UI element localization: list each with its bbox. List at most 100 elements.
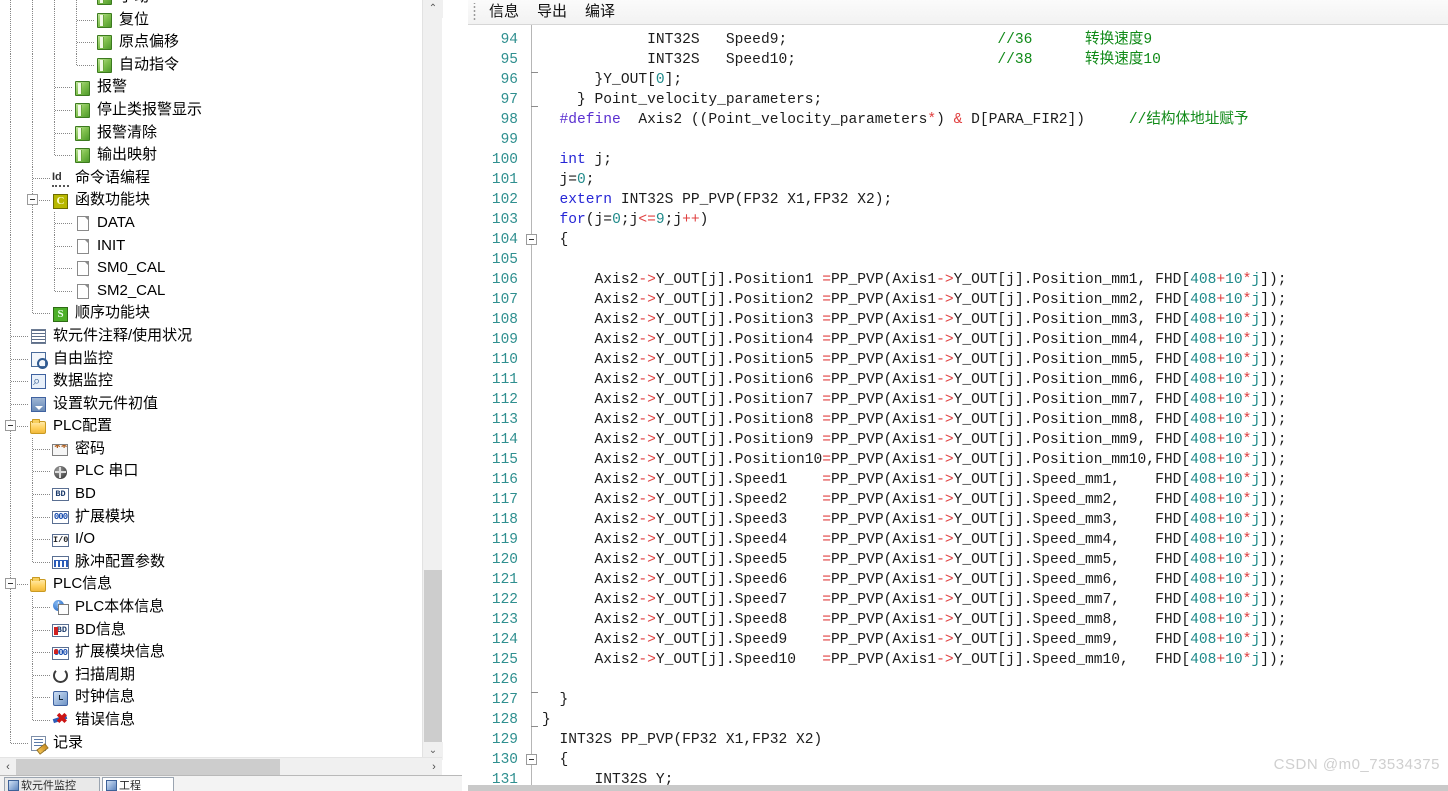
tree-item-29[interactable]: 000 扩展模块信息 — [0, 641, 442, 664]
line-number: 97 — [500, 92, 518, 108]
tree-expander-collapse-icon[interactable] — [5, 420, 16, 432]
code-line[interactable]: INT32S Speed9; //36 转换速度9 — [542, 30, 1152, 50]
tree-item-18[interactable]: 设置软元件初值 — [0, 392, 442, 416]
code-line[interactable]: } — [542, 710, 551, 730]
tree-item-31[interactable]: 时钟信息 — [0, 686, 442, 709]
code-line[interactable]: j=0; — [542, 170, 595, 190]
code-line[interactable]: Axis2->Y_OUT[j].Speed8 =PP_PVP(Axis1->Y_… — [542, 610, 1287, 630]
tab-device-monitor[interactable]: 软元件监控 — [4, 777, 100, 791]
line-number: 121 — [491, 572, 518, 588]
tree-horizontal-scrollbar-thumb[interactable] — [16, 759, 280, 775]
tree-item-3[interactable]: 自动指令 — [0, 53, 442, 77]
code-line[interactable]: Axis2->Y_OUT[j].Speed4 =PP_PVP(Axis1->Y_… — [542, 530, 1287, 550]
code-line[interactable]: Axis2->Y_OUT[j].Speed5 =PP_PVP(Axis1->Y_… — [542, 550, 1287, 570]
code-text-area[interactable]: INT32S Speed9; //36 转换速度9 INT32S Speed10… — [542, 25, 1448, 791]
menu-item-export[interactable]: 导出 — [529, 1, 575, 23]
code-line[interactable]: { — [542, 230, 569, 250]
tree-item-8[interactable]: Id 命令语编程 — [0, 166, 442, 190]
tree-expander-collapse-icon[interactable] — [5, 578, 16, 590]
scroll-up-arrow-icon[interactable]: ⌃ — [423, 0, 443, 18]
code-line[interactable]: Axis2->Y_OUT[j].Speed9 =PP_PVP(Axis1->Y_… — [542, 630, 1287, 650]
tree-item-label: 报警清除 — [97, 123, 158, 141]
code-line[interactable]: INT32S PP_PVP(FP32 X1,FP32 X2) — [542, 730, 823, 750]
tree-item-5[interactable]: 停止类报警显示 — [0, 98, 442, 122]
code-line[interactable]: Axis2->Y_OUT[j].Speed6 =PP_PVP(Axis1->Y_… — [542, 570, 1287, 590]
tree-item-32[interactable]: 错误信息 — [0, 709, 442, 732]
code-line[interactable]: Axis2->Y_OUT[j].Position7 =PP_PVP(Axis1-… — [542, 390, 1287, 410]
code-line[interactable]: Axis2->Y_OUT[j].Speed2 =PP_PVP(Axis1->Y_… — [542, 490, 1287, 510]
code-line[interactable]: Axis2->Y_OUT[j].Position3 =PP_PVP(Axis1-… — [542, 310, 1287, 330]
code-line[interactable]: Axis2->Y_OUT[j].Speed7 =PP_PVP(Axis1->Y_… — [542, 590, 1287, 610]
tree-item-16[interactable]: 自由监控 — [0, 347, 442, 371]
menu-item-info[interactable]: 信息 — [481, 1, 527, 23]
code-line[interactable]: Axis2->Y_OUT[j].Position6 =PP_PVP(Axis1-… — [542, 370, 1287, 390]
code-line[interactable]: Axis2->Y_OUT[j].Position4 =PP_PVP(Axis1-… — [542, 330, 1287, 350]
tree-item-20[interactable]: 密码 — [0, 437, 442, 461]
code-line[interactable]: Axis2->Y_OUT[j].Position9 =PP_PVP(Axis1-… — [542, 430, 1287, 450]
code-folding-column[interactable] — [524, 25, 542, 791]
code-line[interactable]: #define Axis2 ((Point_velocity_parameter… — [542, 110, 1249, 130]
code-line[interactable]: Axis2->Y_OUT[j].Position8 =PP_PVP(Axis1-… — [542, 410, 1287, 430]
tree-item-26[interactable]: PLC信息 — [0, 573, 442, 597]
tree-item-27[interactable]: PLC本体信息 — [0, 596, 442, 619]
tree-item-21[interactable]: PLC 串口 — [0, 460, 442, 484]
project-tree-viewport[interactable]: 手动复位原点偏移自动指令报警停止类报警显示报警清除输出映射 Id 命令语编程 C 函数功… — [0, 0, 442, 760]
tree-item-24[interactable]: I/0 I/O — [0, 528, 442, 551]
code-line[interactable]: int j; — [542, 150, 613, 170]
code-line[interactable]: for(j=0;j<=9;j++) — [542, 210, 709, 230]
code-line[interactable]: { — [542, 750, 569, 770]
code-line[interactable]: Axis2->Y_OUT[j].Speed1 =PP_PVP(Axis1->Y_… — [542, 470, 1287, 490]
tree-item-9[interactable]: C 函数功能块 — [0, 189, 442, 212]
tree-horizontal-scrollbar[interactable]: ‹ › — [0, 757, 442, 775]
tree-expander-collapse-icon[interactable] — [27, 194, 38, 206]
code-line[interactable]: Axis2->Y_OUT[j].Position5 =PP_PVP(Axis1-… — [542, 350, 1287, 370]
tree-item-6[interactable]: 报警清除 — [0, 121, 442, 145]
tree-item-1[interactable]: 复位 — [0, 8, 442, 32]
tree-item-12[interactable]: SM0_CAL — [0, 257, 442, 280]
scroll-right-arrow-icon[interactable]: › — [426, 758, 442, 776]
tree-item-4[interactable]: 报警 — [0, 76, 442, 99]
c-block-icon-glyph: C — [53, 193, 68, 209]
toolbar-grip-icon[interactable] — [470, 3, 479, 21]
tree-item-10[interactable]: DATA — [0, 211, 442, 235]
tree-item-7[interactable]: 输出映射 — [0, 144, 442, 167]
code-line[interactable]: }Y_OUT[0]; — [542, 70, 683, 90]
tree-item-0[interactable]: 手动 — [0, 0, 442, 9]
tree-item-13[interactable]: SM2_CAL — [0, 279, 442, 303]
tree-item-19[interactable]: PLC配置 — [0, 415, 442, 438]
fold-collapse-icon[interactable] — [526, 234, 537, 245]
tab-project[interactable]: 工程 — [102, 777, 174, 791]
project-icon — [106, 779, 117, 791]
tree-item-15[interactable]: 软元件注释/使用状况 — [0, 324, 442, 348]
tab-label: 工程 — [119, 780, 141, 791]
tree-item-22[interactable]: BD BD — [0, 483, 442, 506]
code-line[interactable]: Axis2->Y_OUT[j].Position10=PP_PVP(Axis1-… — [542, 450, 1287, 470]
code-line[interactable]: Axis2->Y_OUT[j].Speed3 =PP_PVP(Axis1->Y_… — [542, 510, 1287, 530]
tree-item-33[interactable]: 记录 — [0, 731, 442, 755]
code-line[interactable]: Axis2->Y_OUT[j].Position1 =PP_PVP(Axis1-… — [542, 270, 1287, 290]
tree-item-label: BD信息 — [75, 620, 126, 638]
code-line[interactable]: Axis2->Y_OUT[j].Position2 =PP_PVP(Axis1-… — [542, 290, 1287, 310]
tree-item-2[interactable]: 原点偏移 — [0, 31, 442, 54]
fold-end-marker-icon — [531, 692, 538, 693]
tree-item-25[interactable]: 脉冲配置参数 — [0, 550, 442, 574]
fold-collapse-icon[interactable] — [526, 754, 537, 765]
tree-item-14[interactable]: S 顺序功能块 — [0, 302, 442, 325]
tree-item-11[interactable]: INIT — [0, 234, 442, 258]
tree-item-17[interactable]: 数据监控 — [0, 370, 442, 393]
code-line[interactable]: } Point_velocity_parameters; — [542, 90, 822, 110]
tree-vertical-scrollbar-thumb[interactable] — [424, 570, 442, 752]
scroll-left-arrow-icon[interactable]: ‹ — [0, 758, 16, 776]
tree-item-23[interactable]: 000 扩展模块 — [0, 505, 442, 529]
tree-vertical-scrollbar[interactable]: ⌃ ⌄ — [422, 0, 443, 760]
code-line[interactable]: INT32S Speed10; //38 转换速度10 — [542, 50, 1161, 70]
code-line[interactable]: extern INT32S PP_PVP(FP32 X1,FP32 X2); — [542, 190, 893, 210]
code-line[interactable]: } — [542, 690, 569, 710]
tree-item-28[interactable]: BD BD信息 — [0, 618, 442, 642]
tree-item-30[interactable]: 扫描周期 — [0, 663, 442, 687]
code-editor[interactable]: 94 95 96 97 98 99 100 101 102 103 104 105 106 107 108 1… — [468, 25, 1448, 791]
code-line[interactable]: Axis2->Y_OUT[j].Speed10 =PP_PVP(Axis1->Y… — [542, 650, 1287, 670]
tree-item-label: 命令语编程 — [75, 168, 151, 186]
tree-item-label: PLC 串口 — [75, 462, 139, 480]
menu-item-compile[interactable]: 编译 — [577, 1, 623, 23]
